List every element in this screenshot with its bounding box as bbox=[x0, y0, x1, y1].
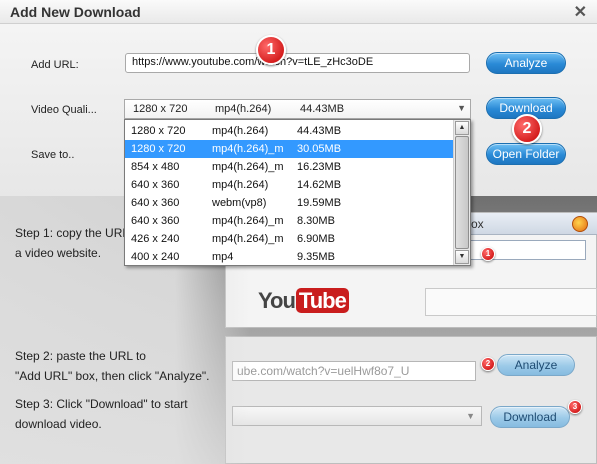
option-format: mp4(h.264)_m bbox=[212, 143, 284, 155]
step1-text: Step 1: copy the URL a video website. bbox=[15, 226, 130, 260]
annotation-badge-1: 1 bbox=[256, 35, 286, 65]
youtube-logo: You Tube bbox=[258, 288, 349, 314]
url-input[interactable]: https://www.youtube.com/watch?v=tLE_zHc3… bbox=[125, 53, 470, 73]
firefox-icon bbox=[572, 216, 588, 232]
close-icon[interactable]: ✕ bbox=[574, 2, 587, 22]
option-resolution: 1280 x 720 bbox=[131, 125, 186, 137]
option-size: 16.23MB bbox=[297, 161, 342, 173]
demo-download-button: Download bbox=[490, 406, 570, 428]
option-resolution: 400 x 240 bbox=[131, 251, 180, 263]
demo-url-field: ube.com/watch?v=uelHwf8o7_U bbox=[232, 361, 476, 381]
option-format: mp4(h.264) bbox=[212, 125, 269, 137]
help-step2-badge: 2 bbox=[481, 357, 495, 371]
demo-analyze-button: Analyze bbox=[497, 354, 575, 376]
demo-tab-text: ox bbox=[471, 217, 484, 231]
help-step3-badge: 3 bbox=[568, 400, 582, 414]
option-format: mp4 bbox=[212, 251, 234, 263]
option-size: 6.90MB bbox=[297, 233, 335, 245]
step3-text: Step 3: Click "Download" to start downlo… bbox=[15, 397, 188, 431]
quality-option[interactable]: 640 x 360 mp4(h.264)_m 8.30MB bbox=[125, 212, 454, 230]
option-size: 44.43MB bbox=[297, 125, 342, 137]
video-quality-select[interactable]: 1280 x 720 mp4(h.264) 44.43MB ▼ bbox=[124, 99, 471, 119]
option-format: mp4(h.264)_m bbox=[212, 233, 284, 245]
add-url-label: Add URL: bbox=[31, 59, 79, 71]
option-format: mp4(h.264)_m bbox=[212, 161, 284, 173]
selected-resolution: 1280 x 720 bbox=[133, 103, 188, 115]
quality-option[interactable]: 426 x 240 mp4(h.264)_m 6.90MB bbox=[125, 230, 454, 248]
title-bar: Add New Download ✕ bbox=[0, 0, 597, 24]
help-step1-badge: 1 bbox=[481, 247, 495, 261]
open-folder-button[interactable]: Open Folder bbox=[486, 143, 566, 165]
dropdown-scrollbar[interactable]: ▲ ▼ bbox=[453, 120, 470, 265]
option-resolution: 640 x 360 bbox=[131, 197, 180, 209]
quality-option[interactable]: 1280 x 720 mp4(h.264)_m 30.05MB bbox=[125, 140, 454, 158]
save-to-label: Save to.. bbox=[31, 149, 75, 161]
step2-text: Step 2: paste the URL to "Add URL" box, … bbox=[15, 349, 210, 383]
option-resolution: 426 x 240 bbox=[131, 233, 180, 245]
scroll-down-icon[interactable]: ▼ bbox=[455, 250, 469, 264]
option-resolution: 640 x 360 bbox=[131, 215, 180, 227]
option-resolution: 854 x 480 bbox=[131, 161, 180, 173]
window-title: Add New Download bbox=[10, 4, 141, 20]
video-quality-dropdown[interactable]: 1280 x 720 mp4(h.264) 44.43MB 1280 x 720 mp4… bbox=[124, 119, 471, 266]
option-format: mp4(h.264) bbox=[212, 179, 269, 191]
option-size: 14.62MB bbox=[297, 179, 342, 191]
video-quality-label: Video Quali... bbox=[31, 104, 97, 116]
option-format: mp4(h.264)_m bbox=[212, 215, 284, 227]
demo-search-box bbox=[425, 288, 597, 316]
option-size: 9.35MB bbox=[297, 251, 335, 263]
quality-option[interactable]: 400 x 240 mp4 9.35MB bbox=[125, 248, 454, 266]
option-format: webm(vp8) bbox=[212, 197, 267, 209]
option-size: 19.59MB bbox=[297, 197, 342, 209]
chevron-down-icon: ▼ bbox=[466, 411, 475, 421]
selected-size: 44.43MB bbox=[300, 103, 345, 115]
option-resolution: 1280 x 720 bbox=[131, 143, 186, 155]
annotation-badge-2: 2 bbox=[512, 114, 542, 144]
demo-quality-select: ▼ bbox=[232, 406, 482, 426]
selected-format: mp4(h.264) bbox=[215, 103, 272, 115]
quality-option[interactable]: 640 x 360 mp4(h.264) 14.62MB bbox=[125, 176, 454, 194]
analyze-button[interactable]: Analyze bbox=[486, 52, 566, 74]
quality-option[interactable]: 1280 x 720 mp4(h.264) 44.43MB bbox=[125, 122, 454, 140]
scroll-up-icon[interactable]: ▲ bbox=[455, 121, 469, 135]
option-size: 8.30MB bbox=[297, 215, 335, 227]
option-resolution: 640 x 360 bbox=[131, 179, 180, 191]
scroll-thumb[interactable] bbox=[455, 136, 469, 249]
chevron-down-icon: ▼ bbox=[457, 103, 466, 113]
option-size: 30.05MB bbox=[297, 143, 342, 155]
quality-option[interactable]: 854 x 480 mp4(h.264)_m 16.23MB bbox=[125, 158, 454, 176]
quality-option[interactable]: 640 x 360 webm(vp8) 19.59MB bbox=[125, 194, 454, 212]
